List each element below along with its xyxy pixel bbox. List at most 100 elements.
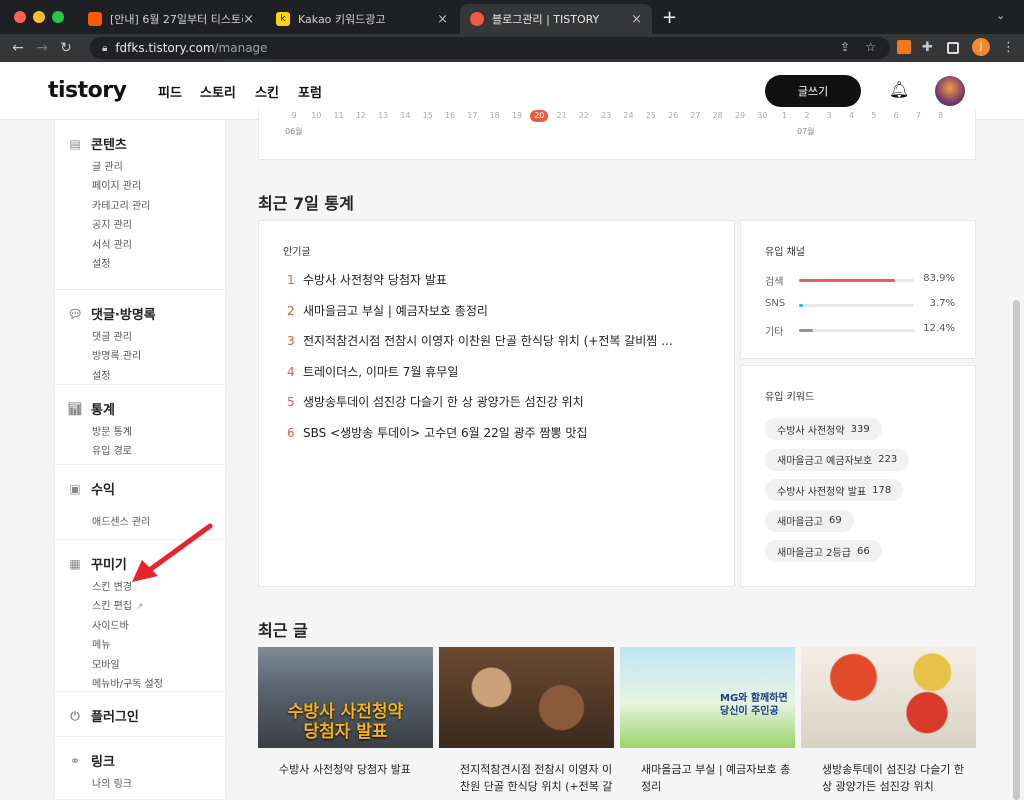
browser-tab-2[interactable]: k Kakao 키워드광고 × [266, 4, 458, 34]
sidebar-section-header[interactable]: ⏻ 플러그인 [67, 706, 139, 726]
popular-post-link[interactable]: 2 새마을금고 부실 | 예금자보호 총정리 [287, 302, 707, 319]
calendar-day[interactable]: 22 [575, 110, 593, 122]
browser-tab-3[interactable]: 블로그관리 | TISTORY × [460, 4, 652, 34]
page-scrollbar[interactable] [1013, 300, 1020, 800]
sidebar-item[interactable]: 카테고리 관리 [92, 197, 150, 212]
calendar-day[interactable]: 3 [820, 110, 838, 122]
sidebar-item[interactable]: 설정 [92, 255, 110, 270]
nav-feed[interactable]: 피드 [158, 82, 182, 101]
keyword-chip[interactable]: 새마을금고 예금자보호 223 [765, 448, 910, 471]
sidebar-item[interactable]: 스킨 변경 [92, 578, 132, 593]
calendar-day[interactable]: 17 [463, 110, 481, 122]
url-bar[interactable]: 🔒︎ fdfks.tistory.com/manage ⇪ ☆ [90, 37, 890, 59]
recent-post-title[interactable]: 수방사 사전청약 당첨자 발표 [279, 761, 434, 795]
calendar-day[interactable]: 7 [909, 110, 927, 122]
sidebar-item[interactable]: 나의 링크 [92, 775, 132, 790]
calendar-day[interactable]: 15 [419, 110, 437, 122]
browser-tab-1[interactable]: [안내] 6월 27일부터 티스토리 자체 ... × [78, 4, 264, 34]
calendar-day[interactable]: 1 [776, 110, 794, 122]
sidebar-item[interactable]: 댓글 관리 [92, 328, 132, 343]
calendar-day[interactable]: 19 [508, 110, 526, 122]
sidebar-item[interactable]: 설정 [92, 367, 110, 382]
keyword-chip[interactable]: 수방사 사전청약 발표 178 [765, 479, 904, 501]
popular-post-link[interactable]: 1 수방사 사전청약 당첨자 발표 [287, 271, 707, 288]
sidebar-item[interactable]: 모바일 [92, 656, 120, 671]
sidebar-item[interactable]: 페이지 관리 [92, 177, 141, 192]
sidebar-item[interactable]: 글 관리 [92, 158, 123, 173]
keyword-chip[interactable]: 새마을금고 2등급 66 [765, 540, 882, 562]
tab-list-icon[interactable]: ⌄ [996, 9, 1005, 22]
nav-forum[interactable]: 포럼 [298, 82, 322, 101]
extension-rss-icon[interactable] [897, 40, 911, 54]
calendar-day[interactable]: 5 [865, 110, 883, 122]
browser-menu-icon[interactable]: ⋮ [1002, 40, 1015, 55]
new-tab-icon[interactable]: + [662, 7, 677, 28]
recent-post-title[interactable]: 생방송투데이 섬진강 다슬기 한 상 광양가든 섬진강 위치 [822, 761, 977, 795]
user-avatar[interactable] [935, 76, 965, 106]
forward-icon[interactable]: → [30, 40, 54, 56]
recent-post-title[interactable]: 전지적참견시점 전참시 이영자 이찬원 단골 한식당 위치 (+전복 갈비찜 가… [460, 761, 615, 795]
keyword-chip[interactable]: 수방사 사전청약 339 [765, 418, 882, 440]
calendar-day[interactable]: 16 [441, 110, 459, 122]
calendar-day-today[interactable]: 20 [530, 110, 549, 122]
sidebar-item[interactable]: 방문 통계 [92, 423, 132, 438]
popular-post-link[interactable]: 4 트레이더스, 이마트 7월 휴무일 [287, 363, 707, 380]
sidebar-section-header[interactable]: 💬︎ 댓글·방명록 [67, 304, 155, 324]
calendar-day[interactable]: 30 [753, 110, 771, 122]
popular-post-link[interactable]: 5 생방송투데이 섬진강 다슬기 한 상 광양가든 섬진강 위치 [287, 393, 707, 410]
share-icon[interactable]: ⇪ [840, 40, 850, 54]
sidepanel-icon[interactable] [947, 42, 959, 54]
calendar-day[interactable]: 21 [553, 110, 571, 122]
sidebar-item[interactable]: 방명록 관리 [92, 347, 141, 362]
tab-close-icon[interactable]: × [243, 12, 254, 27]
calendar-day[interactable]: 6 [887, 110, 905, 122]
calendar-day[interactable]: 9 [285, 110, 303, 122]
sidebar-item[interactable]: 스킨 편집 ↗ [92, 597, 144, 612]
nav-skin[interactable]: 스킨 [255, 82, 279, 101]
calendar-day[interactable]: 29 [731, 110, 749, 122]
calendar-day[interactable]: 8 [932, 110, 950, 122]
calendar-day[interactable]: 24 [620, 110, 638, 122]
calendar-day[interactable]: 14 [397, 110, 415, 122]
calendar-day[interactable]: 26 [664, 110, 682, 122]
bookmark-star-icon[interactable]: ☆ [865, 40, 876, 54]
sidebar-section-header[interactable]: ⚭ 링크 [67, 751, 115, 771]
tistory-logo[interactable]: tistory [48, 78, 127, 103]
popular-post-link[interactable]: 6 SBS <생방송 투데이> 고수뎐 6월 22일 광주 짬뽕 맛집 [287, 424, 707, 441]
calendar-day[interactable]: 28 [709, 110, 727, 122]
sidebar-section-header[interactable]: ▣ 수익 [67, 479, 115, 499]
calendar-day[interactable]: 4 [843, 110, 861, 122]
sidebar-item[interactable]: 유입 경로 [92, 442, 132, 457]
zoom-window-button[interactable] [52, 11, 64, 23]
nav-story[interactable]: 스토리 [200, 82, 236, 101]
sidebar-section-header[interactable]: ▤ 콘텐츠 [67, 134, 127, 154]
extensions-puzzle-icon[interactable]: ✚ [922, 40, 933, 55]
recent-post-thumbnail[interactable]: MG와 함께하면 당신이 주인공 [620, 647, 795, 748]
calendar-day[interactable]: 18 [486, 110, 504, 122]
sidebar-section-header[interactable]: ▦ 꾸미기 [67, 554, 127, 574]
recent-post-title[interactable]: 새마을금고 부실 | 예금자보호 총정리 [641, 761, 796, 795]
calendar-day[interactable]: 25 [642, 110, 660, 122]
write-post-button[interactable]: 글쓰기 [765, 75, 861, 107]
sidebar-item[interactable]: 메뉴바/구독 설정 [92, 675, 163, 690]
keyword-chip[interactable]: 새마을금고 69 [765, 509, 854, 532]
profile-avatar[interactable]: j [972, 38, 990, 56]
sidebar-item[interactable]: 서식 관리 [92, 236, 132, 251]
recent-post-thumbnail[interactable] [439, 647, 614, 748]
recent-post-thumbnail[interactable]: 수방사 사전청약 당첨자 발표 [258, 647, 433, 748]
tab-close-icon[interactable]: × [631, 12, 642, 27]
recent-post-thumbnail[interactable] [801, 647, 976, 748]
tab-close-icon[interactable]: × [437, 12, 448, 27]
calendar-day[interactable]: 13 [374, 110, 392, 122]
notification-bell-icon[interactable]: 🔔︎ [889, 80, 909, 99]
sidebar-item[interactable]: 사이드바 [92, 617, 129, 632]
reload-icon[interactable]: ↻ [54, 40, 78, 56]
calendar-day[interactable]: 12 [352, 110, 370, 122]
back-icon[interactable]: ← [6, 40, 30, 56]
popular-post-link[interactable]: 3 전지적참견시점 전참시 이영자 이찬원 단골 한식당 위치 (+전복 갈비찜 … [287, 332, 707, 349]
close-window-button[interactable] [14, 11, 26, 23]
calendar-day[interactable]: 27 [686, 110, 704, 122]
sidebar-item[interactable]: 메뉴 [92, 636, 110, 651]
calendar-day[interactable]: 23 [597, 110, 615, 122]
sidebar-item[interactable]: 공지 관리 [92, 216, 132, 231]
